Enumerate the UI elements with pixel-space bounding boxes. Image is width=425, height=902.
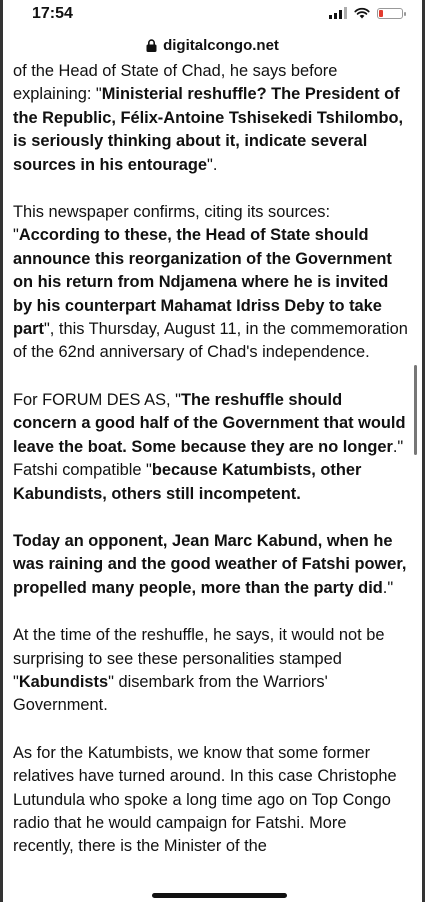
article-body: of the Head of State of Chad, he says be… [13, 60, 408, 883]
wifi-icon [354, 7, 370, 19]
article-paragraph: This newspaper confirms, citing its sour… [13, 201, 408, 365]
text-run: ", this Thursday, August 11, in the comm… [13, 320, 408, 362]
bold-text-run: Today an opponent, Jean Marc Kabund, whe… [13, 531, 407, 597]
article-paragraph: For FORUM DES AS, "The reshuffle should … [13, 389, 408, 506]
battery-icon [377, 7, 406, 19]
scrollbar[interactable] [414, 365, 417, 455]
status-bar: 17:54 [0, 0, 425, 28]
cellular-signal-icon [329, 7, 347, 19]
home-indicator[interactable] [152, 893, 287, 898]
url-text: digitalcongo.net [163, 36, 279, 54]
article-paragraph: of the Head of State of Chad, he says be… [13, 60, 408, 177]
status-icons [329, 7, 406, 19]
address-bar[interactable]: digitalcongo.net [0, 30, 425, 60]
article-paragraph: Today an opponent, Jean Marc Kabund, whe… [13, 530, 408, 600]
article-paragraph: As for the Katumbists, we know that some… [13, 742, 408, 859]
bold-text-run: Kabundists [18, 672, 109, 691]
text-run: As for the Katumbists, we know that some… [13, 743, 397, 856]
text-run: For FORUM DES AS, " [13, 390, 181, 409]
lock-icon [146, 38, 157, 52]
text-run: ". [207, 155, 218, 174]
text-run: ." [382, 578, 394, 597]
article-paragraph: At the time of the reshuffle, he says, i… [13, 624, 408, 718]
status-time: 17:54 [32, 5, 73, 22]
